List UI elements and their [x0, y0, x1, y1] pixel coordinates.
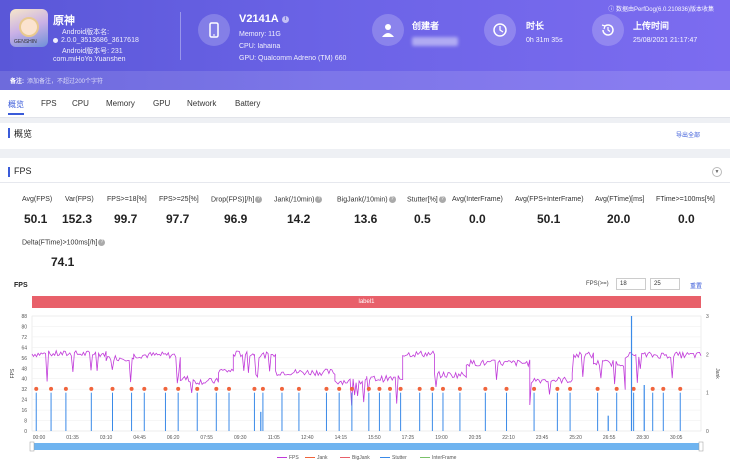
x-tick-label: 03:10	[100, 435, 113, 441]
jank-point	[195, 386, 200, 391]
legend-item[interactable]: InterFrame	[420, 455, 456, 461]
range-slider	[32, 443, 701, 450]
jank-point	[49, 386, 54, 391]
x-tick-label: 09:30	[234, 435, 247, 441]
jank-point	[163, 386, 168, 391]
y-tick-label: 24	[21, 398, 27, 404]
jank-point	[252, 386, 257, 391]
jank-point	[110, 386, 115, 391]
x-tick-label: 00:00	[33, 435, 46, 441]
range-handle-right	[698, 441, 704, 452]
legend-label: FPS	[289, 455, 299, 461]
jank-point	[349, 386, 354, 391]
legend-swatch	[340, 457, 350, 459]
x-tick-label: 11:05	[268, 435, 280, 441]
jank-point	[337, 386, 342, 391]
jank-point	[129, 386, 134, 391]
y-tick-label: 88	[21, 314, 27, 320]
jank-point	[324, 386, 329, 391]
y-tick-label: 72	[21, 335, 27, 341]
x-tick-label: 19:00	[435, 435, 448, 441]
jank-point	[457, 386, 462, 391]
legend-item[interactable]: Stutter	[380, 455, 407, 461]
legend-item[interactable]: FPS	[277, 455, 299, 461]
jank-point	[260, 386, 265, 391]
y-tick-label: 32	[21, 387, 27, 393]
x-tick-label: 20:35	[469, 435, 482, 441]
y2-tick-label: 3	[706, 314, 709, 320]
x-tick-label: 25:20	[569, 435, 582, 441]
legend-swatch	[380, 457, 390, 459]
jank-point	[176, 386, 181, 391]
x-tick-label: 30:05	[670, 435, 683, 441]
x-tick-label: 28:30	[636, 435, 649, 441]
jank-point	[89, 386, 94, 391]
y-tick-label: 48	[21, 366, 27, 372]
jank-point	[483, 386, 488, 391]
x-tick-label: 15:50	[368, 435, 381, 441]
jank-point	[440, 386, 445, 391]
y-tick-label: 16	[21, 408, 27, 414]
legend-label: InterFrame	[432, 455, 457, 461]
jank-point	[678, 386, 683, 391]
x-tick-label: 17:25	[402, 435, 415, 441]
jank-point	[661, 386, 666, 391]
y-tick-label: 80	[21, 324, 27, 330]
jank-point	[398, 386, 403, 391]
jank-point	[650, 386, 655, 391]
jank-point	[504, 386, 509, 391]
legend-label: Stutter	[392, 455, 407, 461]
jank-point	[279, 386, 284, 391]
jank-point	[63, 386, 68, 391]
y-tick-label: 64	[21, 345, 27, 351]
jank-point	[142, 386, 147, 391]
x-tick-label: 01:35	[66, 435, 79, 441]
jank-point	[388, 386, 393, 391]
legend-label: Jank	[317, 455, 328, 461]
legend-item[interactable]: Jank	[305, 455, 328, 461]
legend-label: BigJank	[352, 455, 370, 461]
x-tick-label: 22:10	[502, 435, 515, 441]
x-tick-label: 04:45	[133, 435, 146, 441]
jank-point	[614, 386, 619, 391]
legend-item[interactable]: BigJank	[340, 455, 370, 461]
jank-point	[631, 386, 636, 391]
jank-point	[417, 386, 422, 391]
y2-tick-label: 0	[706, 429, 709, 435]
range-handle-left	[29, 441, 35, 452]
y2-tick-label: 1	[706, 391, 709, 397]
jank-point	[377, 386, 382, 391]
jank-point	[34, 386, 39, 391]
jank-point	[366, 386, 371, 391]
y-tick-label: 40	[21, 377, 27, 383]
x-tick-label: 14:15	[335, 435, 348, 441]
x-tick-label: 26:55	[603, 435, 616, 441]
jank-point	[227, 386, 232, 391]
jank-point	[214, 386, 219, 391]
legend-swatch	[277, 457, 287, 459]
jank-point	[430, 386, 435, 391]
x-tick-label: 23:45	[536, 435, 549, 441]
legend-swatch	[305, 457, 315, 459]
y2-tick-label: 2	[706, 352, 709, 358]
x-tick-label: 07:55	[200, 435, 213, 441]
jank-point	[555, 386, 560, 391]
y-tick-label: 8	[24, 419, 27, 425]
x-tick-label: 12:40	[301, 435, 314, 441]
x-tick-label: 06:20	[167, 435, 180, 441]
y-tick-label: 0	[24, 429, 27, 435]
y-tick-label: 56	[21, 356, 27, 362]
y2-axis-label: Jank	[714, 368, 720, 379]
fps-chart[interactable]: 0 8 16 24 32 40 48 56 64 72 80 88 0 1 2 3 00:00 01:35 03:1…	[0, 0, 730, 464]
jank-point	[595, 386, 600, 391]
jank-point	[532, 386, 537, 391]
legend-swatch	[420, 457, 430, 459]
jank-point	[296, 386, 301, 391]
y-axis-label: FPS	[10, 368, 16, 378]
jank-point	[568, 386, 573, 391]
